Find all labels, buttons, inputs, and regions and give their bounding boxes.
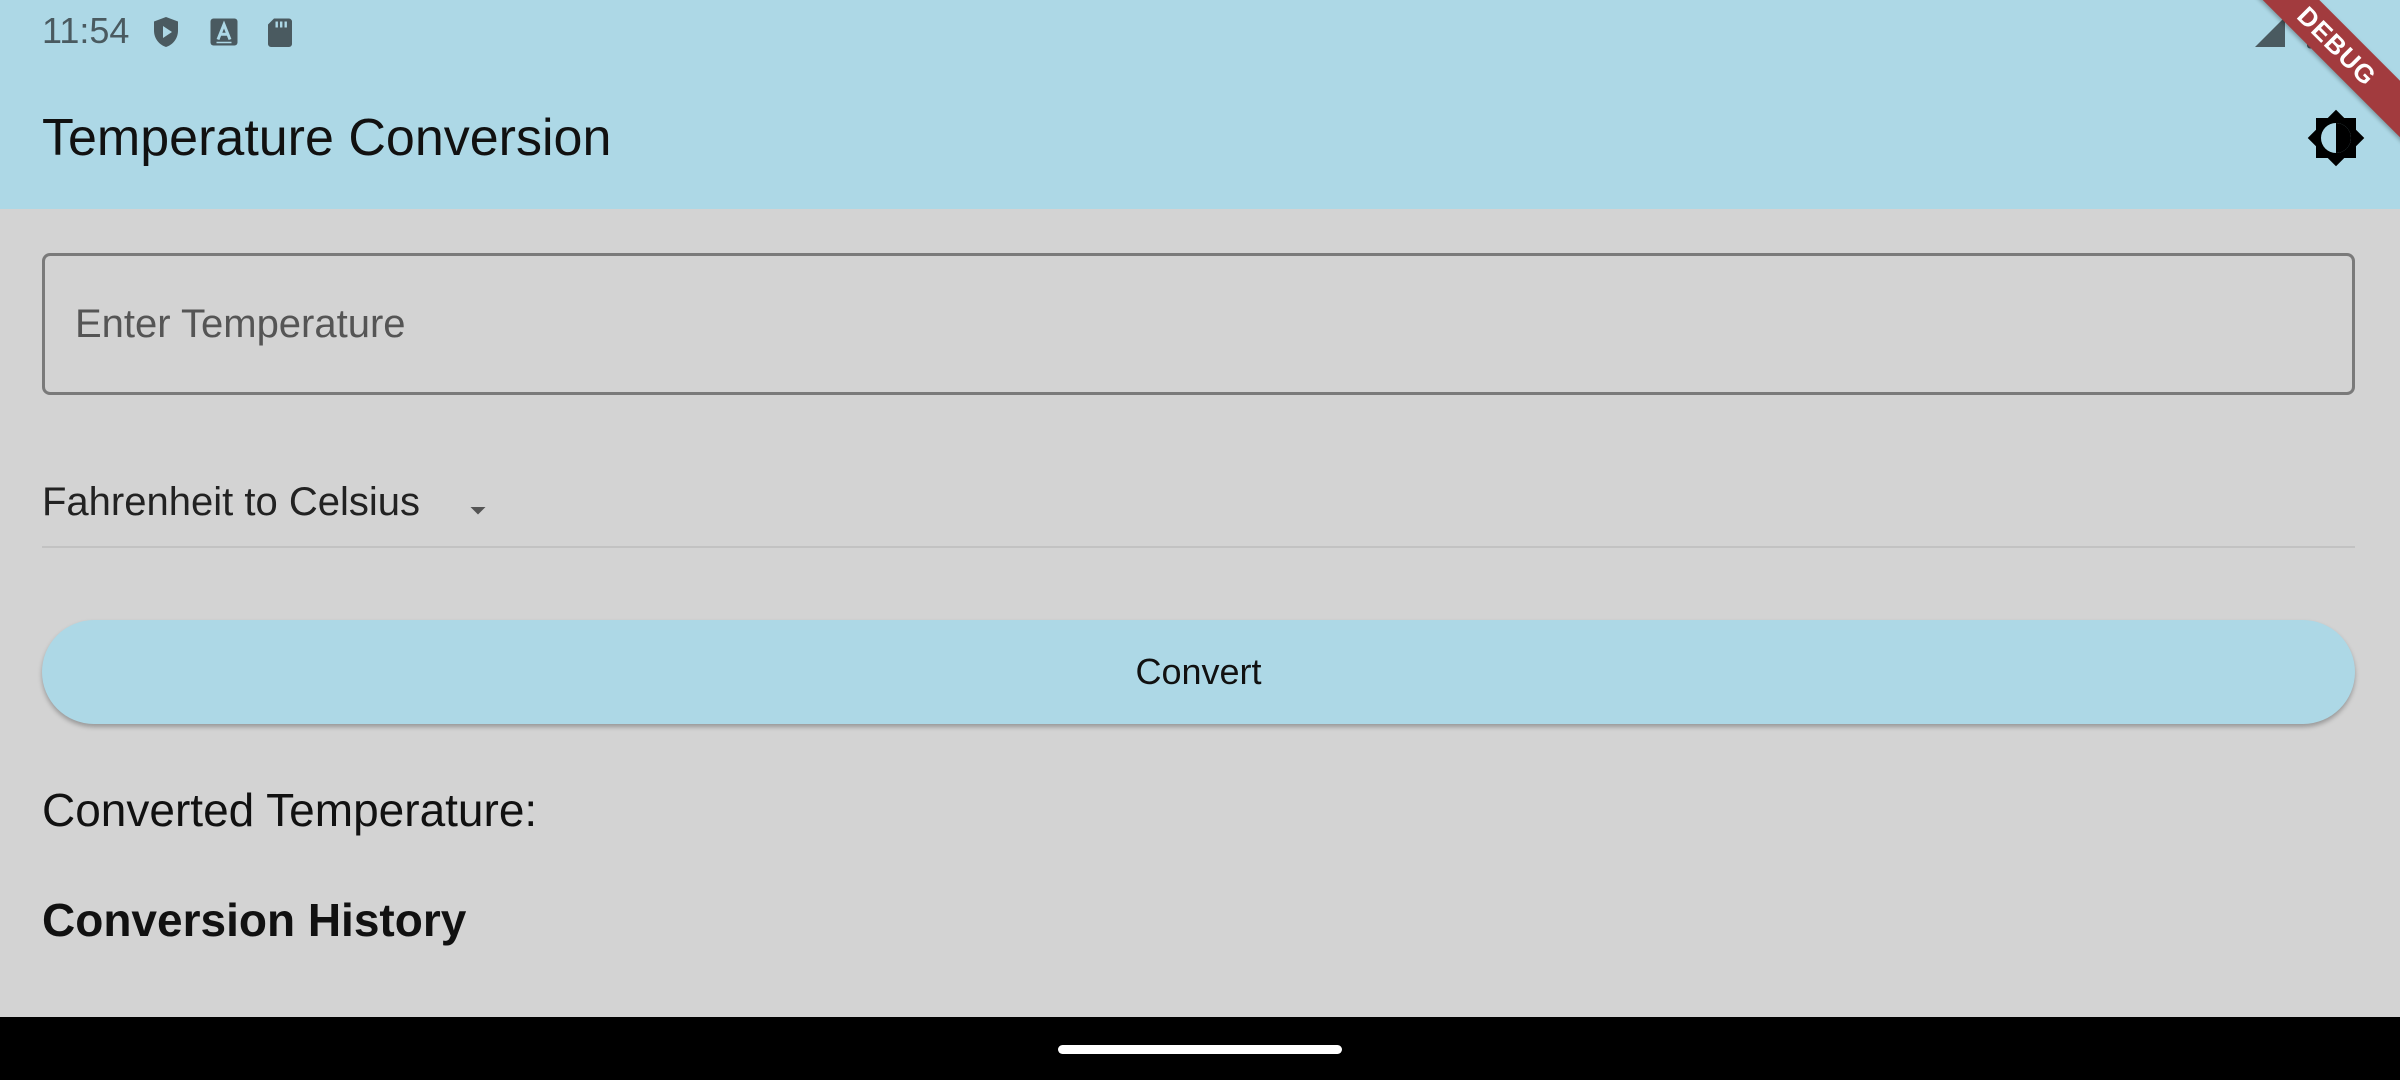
app-header: 11:54 Temperature Conversion DEBUG	[0, 0, 2400, 209]
page-title: Temperature Conversion	[42, 109, 612, 167]
navigation-bar	[0, 1017, 2400, 1080]
app-root: 11:54 Temperature Conversion DEBUG Enter…	[0, 0, 2400, 1080]
convert-button[interactable]: Convert	[42, 620, 2355, 724]
shield-play-icon	[148, 14, 184, 50]
sd-card-icon	[262, 14, 298, 50]
conversion-type-dropdown[interactable]: Fahrenheit to Celsius	[42, 470, 2355, 548]
status-bar: 11:54	[0, 0, 2400, 63]
brightness-icon[interactable]	[2306, 108, 2366, 168]
temperature-input[interactable]	[42, 253, 2355, 395]
converted-temperature-label: Converted Temperature:	[42, 784, 538, 836]
conversion-history-heading: Conversion History	[42, 894, 467, 946]
home-gesture-handle[interactable]	[1058, 1045, 1342, 1054]
status-time: 11:54	[42, 10, 130, 51]
font-a-icon	[206, 14, 242, 50]
dropdown-selected-value: Fahrenheit to Celsius	[42, 480, 420, 524]
